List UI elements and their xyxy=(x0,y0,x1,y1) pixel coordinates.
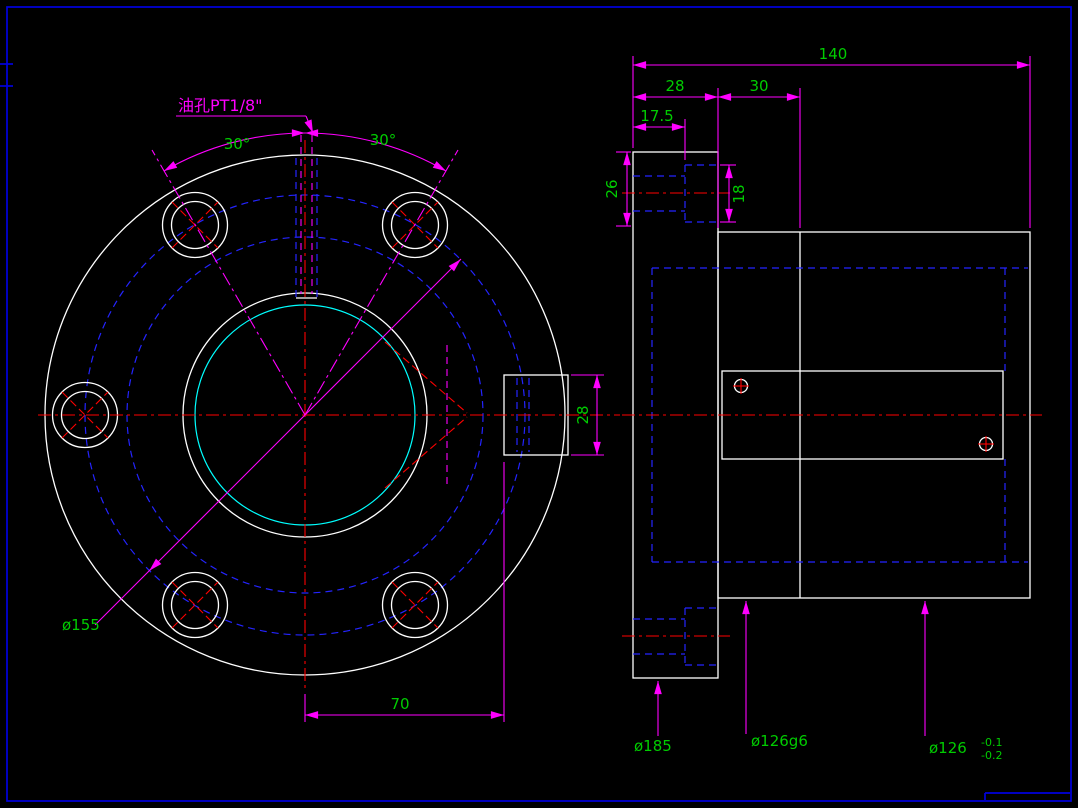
front-view: 30° 30° 油孔PT1/8" ø155 70 28 xyxy=(38,96,620,722)
bore-tol-upper: -0.1 xyxy=(981,736,1002,749)
centerlines-side xyxy=(622,192,1042,637)
angle-left-label: 30° xyxy=(224,135,251,153)
flange-thickness-dimension: 28 xyxy=(633,77,718,101)
bore-tol-lower: -0.2 xyxy=(981,749,1002,762)
drawing-frame xyxy=(0,6,1072,802)
bore-dia-callout: ø126 -0.1 -0.2 xyxy=(921,601,1002,762)
counterbore-depth-dimension: 17.5 xyxy=(633,107,685,131)
key-offset-dimension: 70 xyxy=(304,462,505,722)
step-length-dimension: 30 xyxy=(718,77,800,101)
bore-dia-label: ø126 xyxy=(929,739,967,757)
bolt-circle-dimension: ø155 xyxy=(62,258,462,634)
extension-lines-side xyxy=(632,56,1031,228)
angle-right-label: 30° xyxy=(370,131,397,149)
flange-dia-callout: ø185 xyxy=(634,681,672,755)
step-length-label: 30 xyxy=(749,77,768,95)
key-offset-label: 70 xyxy=(390,695,409,713)
counterbore-depth-label: 17.5 xyxy=(640,107,673,125)
spigot-dia-label: ø126g6 xyxy=(751,732,808,750)
oil-hole-slot xyxy=(295,135,318,299)
oil-hole-callout: 油孔PT1/8" xyxy=(176,96,314,134)
side-view: 140 28 30 17.5 26 18 ø185 ø126g6 ø126 -0… xyxy=(603,45,1042,762)
overall-length-label: 140 xyxy=(819,45,848,63)
key-width-label: 28 xyxy=(574,405,592,424)
flange-dia-label: ø185 xyxy=(634,737,672,755)
overall-length-dimension: 140 xyxy=(633,45,1030,69)
cad-viewer: 30° 30° 油孔PT1/8" ø155 70 28 140 28 30 17… xyxy=(0,0,1078,808)
centerlines-front xyxy=(38,140,620,692)
hole-dia-label: 18 xyxy=(730,184,748,203)
spigot-dia-callout: ø126g6 xyxy=(742,601,808,750)
edge-distance-label: 26 xyxy=(603,179,621,198)
cad-canvas: 30° 30° 油孔PT1/8" ø155 70 28 140 28 30 17… xyxy=(0,6,1072,802)
oil-hole-label: 油孔PT1/8" xyxy=(178,96,263,115)
edge-distance-dimension: 26 xyxy=(603,151,631,227)
bolt-circle-label: ø155 xyxy=(62,616,100,634)
flange-thickness-label: 28 xyxy=(665,77,684,95)
